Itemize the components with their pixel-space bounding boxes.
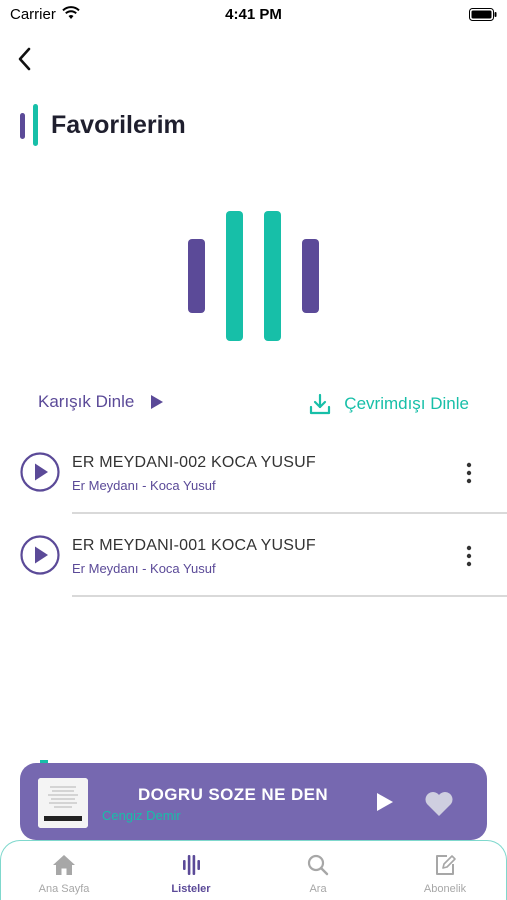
mini-player[interactable]: DOGRU SOZE NE DEN Cengiz Demir <box>20 763 487 840</box>
tab-abonelik[interactable]: Abonelik <box>382 853 507 895</box>
tab-listeler[interactable]: Listeler <box>128 853 254 895</box>
clock: 4:41 PM <box>225 6 282 23</box>
play-circle-icon[interactable] <box>20 535 60 575</box>
equalizer-bar <box>302 239 319 313</box>
album-cover-art <box>38 778 88 828</box>
tab-ana-sayfa[interactable]: Ana Sayfa <box>1 853 127 895</box>
bottom-tab-bar: Ana Sayfa Listeler Ara Abonelik <box>0 840 507 900</box>
battery-icon <box>469 8 497 21</box>
equalizer-bar <box>226 211 243 341</box>
equalizer-bar <box>188 239 205 313</box>
track-row[interactable]: ER MEYDANI-002 KOCA YUSUF Er Meydanı - K… <box>0 434 507 516</box>
offline-listen-label: Çevrimdışı Dinle <box>344 394 469 413</box>
tab-ara[interactable]: Ara <box>255 853 381 895</box>
divider <box>72 595 507 597</box>
offline-listen-button[interactable]: Çevrimdışı Dinle <box>308 392 469 416</box>
bars-icon <box>183 855 200 875</box>
status-bar: Carrier 4:41 PM <box>0 0 507 30</box>
play-icon <box>151 395 164 409</box>
play-icon[interactable] <box>375 791 395 813</box>
title-accent-bar-teal <box>33 104 38 146</box>
track-title: ER MEYDANI-002 KOCA YUSUF <box>72 454 316 471</box>
title-accent-bar-purple <box>20 113 25 139</box>
heart-icon[interactable] <box>424 791 454 817</box>
tab-label: Ana Sayfa <box>38 883 90 895</box>
search-icon <box>307 854 329 876</box>
home-icon <box>53 855 75 875</box>
page-title: Favorilerim <box>51 111 186 139</box>
track-row[interactable]: ER MEYDANI-001 KOCA YUSUF Er Meydanı - K… <box>0 517 507 599</box>
shuffle-play-button[interactable]: Karışık Dinle <box>38 392 164 412</box>
now-playing-title: DOGRU SOZE NE DEN <box>138 785 329 804</box>
more-vertical-icon[interactable] <box>462 545 476 567</box>
tab-label: Listeler <box>171 883 211 895</box>
tab-label: Ara <box>309 883 327 895</box>
equalizer-bar <box>264 211 281 341</box>
track-subtitle: Er Meydanı - Koca Yusuf <box>72 478 216 493</box>
track-title: ER MEYDANI-001 KOCA YUSUF <box>72 537 316 554</box>
shuffle-play-label: Karışık Dinle <box>38 392 135 411</box>
divider <box>72 512 507 514</box>
playlist-artwork <box>186 211 320 343</box>
now-playing-artist: Cengiz Demir <box>102 808 181 823</box>
playlist-actions: Karışık Dinle Çevrimdışı Dinle <box>0 386 507 418</box>
download-icon <box>310 393 331 415</box>
more-vertical-icon[interactable] <box>462 462 476 484</box>
album-cover <box>38 778 88 828</box>
chevron-left-icon <box>18 47 31 71</box>
track-subtitle: Er Meydanı - Koca Yusuf <box>72 561 216 576</box>
back-button[interactable] <box>14 45 38 73</box>
tab-label: Abonelik <box>423 883 467 895</box>
play-circle-icon[interactable] <box>20 452 60 492</box>
edit-icon <box>436 855 456 875</box>
